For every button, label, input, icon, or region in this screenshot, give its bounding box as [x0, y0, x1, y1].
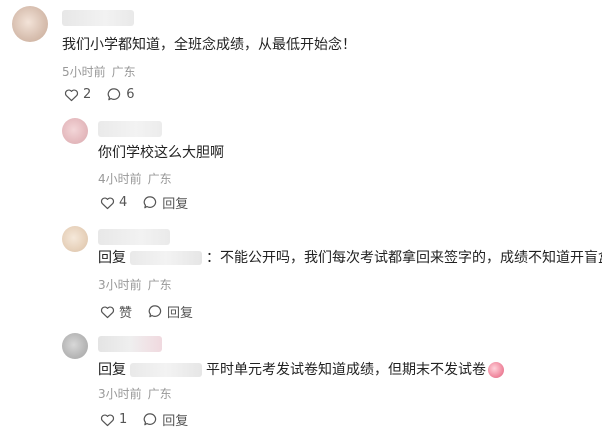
speech-bubble-icon: [107, 88, 121, 101]
reply-time: 3小时前: [98, 387, 142, 401]
reply-actions: 赞 回复: [100, 302, 209, 321]
comment-location: 广东: [111, 65, 136, 79]
heart-outline-icon: [64, 88, 79, 101]
like-button[interactable]: 2: [64, 87, 91, 102]
reply-time: 3小时前: [98, 278, 142, 292]
reply-label: 回复: [162, 197, 189, 212]
reply-label: 回复: [167, 306, 194, 321]
avatar[interactable]: [12, 6, 48, 42]
comment-actions: 2 6: [64, 87, 151, 102]
reply-count: 6: [126, 87, 135, 102]
like-button[interactable]: 1: [100, 412, 127, 427]
reply-body: 平时单元考发试卷知道成绩，但期末不发试卷: [206, 362, 486, 378]
reply-meta: 3小时前 广东: [98, 277, 172, 293]
reply-prefix: 回复: [98, 250, 126, 266]
like-count: 4: [119, 195, 128, 210]
like-button[interactable]: 赞: [100, 302, 132, 321]
reply-body: ：不能公开吗，我们每次考试都拿回来签字的，成绩不知道开盲盒吗: [206, 250, 602, 266]
heart-outline-icon: [100, 305, 115, 318]
mentioned-user[interactable]: [130, 251, 202, 265]
like-count: 2: [83, 87, 92, 102]
reply-actions: 4 回复: [100, 193, 204, 212]
heart-outline-icon: [100, 196, 115, 209]
comment-time: 5小时前: [62, 65, 106, 79]
like-count: 1: [119, 412, 128, 427]
comment-meta: 5小时前 广东: [62, 64, 136, 80]
reply-meta: 4小时前 广东: [98, 171, 172, 187]
reply-actions: 1 回复: [100, 410, 204, 429]
reply-meta: 3小时前 广东: [98, 386, 172, 402]
username[interactable]: [98, 336, 162, 352]
speech-bubble-icon: [143, 196, 157, 209]
speech-bubble-icon: [143, 413, 157, 426]
reply-location: 广东: [147, 387, 172, 401]
avatar[interactable]: [62, 333, 88, 359]
reply-location: 广东: [147, 278, 172, 292]
username[interactable]: [62, 10, 134, 26]
heart-outline-icon: [100, 413, 115, 426]
reply-location: 广东: [147, 172, 172, 186]
reply-count-button[interactable]: 6: [107, 87, 135, 102]
username[interactable]: [98, 121, 162, 137]
reply-text: 回复 平时单元考发试卷知道成绩，但期末不发试卷: [98, 360, 504, 380]
reply-text: 回复 ：不能公开吗，我们每次考试都拿回来签字的，成绩不知道开盲盒吗: [98, 248, 602, 268]
avatar[interactable]: [62, 118, 88, 144]
reply-button[interactable]: 回复: [143, 410, 188, 429]
crying-face-emoji: [488, 362, 504, 378]
reply-label: 回复: [162, 414, 189, 429]
like-label: 赞: [119, 306, 133, 321]
comment-text: 我们小学都知道，全班念成绩，从最低开始念！: [62, 37, 356, 53]
avatar[interactable]: [62, 226, 88, 252]
speech-bubble-icon: [148, 305, 162, 318]
reply-button[interactable]: 回复: [148, 302, 193, 321]
mentioned-user[interactable]: [130, 363, 202, 377]
reply-button[interactable]: 回复: [143, 193, 188, 212]
reply-prefix: 回复: [98, 362, 126, 378]
reply-time: 4小时前: [98, 172, 142, 186]
username[interactable]: [98, 229, 170, 245]
like-button[interactable]: 4: [100, 195, 127, 210]
reply-text: 你们学校这么大胆啊: [98, 145, 224, 161]
